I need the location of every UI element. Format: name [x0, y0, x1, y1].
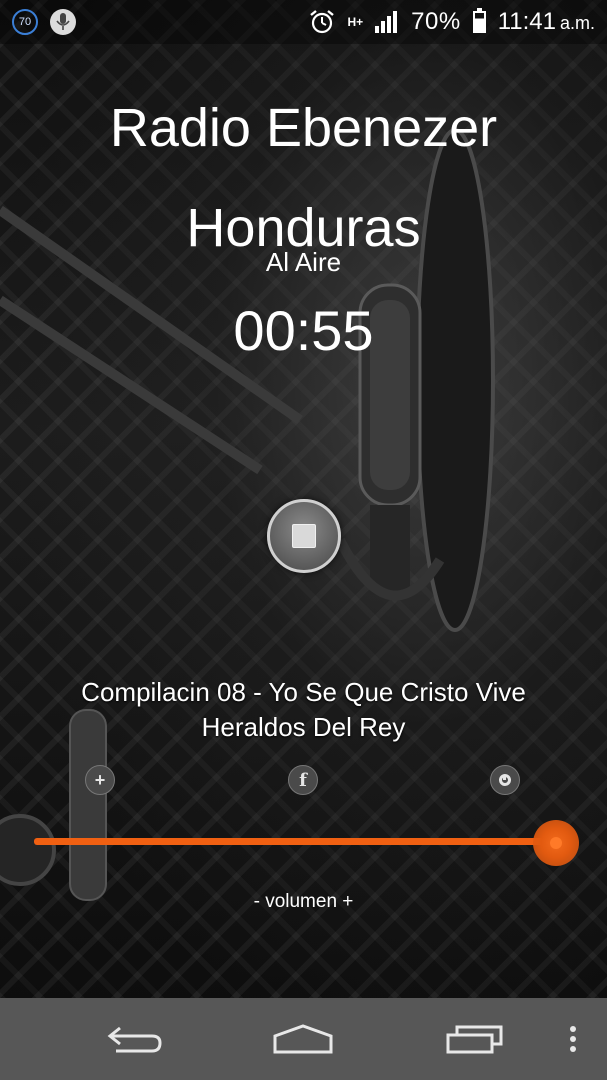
clock: 11:41 a.m. — [498, 8, 595, 36]
overflow-menu-icon — [570, 1026, 576, 1052]
network-type: H+ — [347, 15, 364, 29]
volume-label: - volumen + — [253, 891, 354, 912]
add-button[interactable]: + — [85, 765, 115, 795]
on-air-status: Al Aire — [265, 247, 342, 277]
plus-icon: + — [94, 769, 106, 790]
recent-apps-icon — [446, 1025, 503, 1054]
overflow-menu-button[interactable] — [555, 998, 591, 1080]
facebook-button[interactable]: f — [288, 765, 318, 795]
back-arrow-icon — [107, 1026, 162, 1053]
home-button[interactable] — [258, 998, 348, 1080]
stop-icon — [292, 524, 316, 548]
battery-percent: 70% — [411, 8, 461, 35]
power-button[interactable] — [490, 765, 520, 795]
status-left: 70 — [12, 9, 76, 35]
status-right: H+ 70% 11:41 a.m. — [309, 8, 595, 36]
status-bar: 70 H+ 70% 11:41 a.m. — [0, 0, 607, 44]
microphone-icon — [50, 9, 76, 35]
badge-70-icon: 70 — [12, 9, 38, 35]
alarm-clock-icon — [310, 10, 335, 34]
notification-count: 70 — [18, 16, 32, 28]
facebook-icon: f — [299, 769, 307, 791]
power-icon — [499, 774, 511, 786]
elapsed-timer: 00:55 — [233, 299, 374, 362]
volume-slider[interactable] — [34, 820, 580, 866]
clock-ampm: a.m. — [559, 13, 595, 33]
track-title: Compilacin 08 - Yo Se Que Cristo Vive — [81, 677, 526, 707]
volume-thumb[interactable] — [533, 820, 580, 866]
battery-charging-icon — [472, 8, 486, 33]
stop-button[interactable] — [267, 499, 341, 573]
home-icon — [273, 1024, 333, 1054]
recent-apps-button[interactable] — [430, 998, 520, 1080]
navigation-bar — [0, 998, 607, 1080]
back-button[interactable] — [90, 998, 180, 1080]
volume-track — [34, 838, 557, 845]
station-name-line1: Radio Ebenezer — [109, 98, 498, 158]
radio-player-screen: 70 H+ 70% 11:41 a.m. Radio Ebenezer Hond… — [0, 0, 607, 1080]
signal-bars-icon — [375, 11, 398, 33]
track-artist: Heraldos Del Rey — [201, 712, 406, 742]
clock-time: 11:41 — [497, 8, 556, 35]
